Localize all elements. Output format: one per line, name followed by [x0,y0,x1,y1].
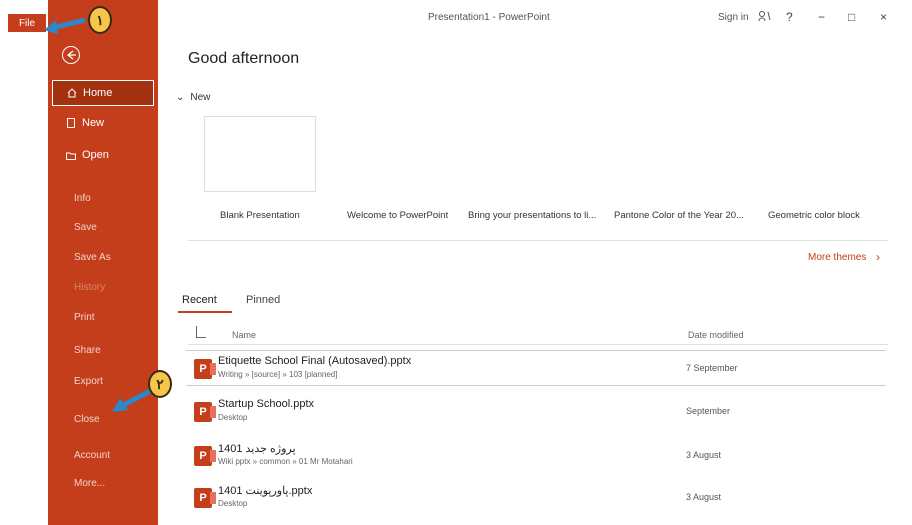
table-row[interactable]: P Startup School.pptx Desktop September [186,394,886,430]
powerpoint-file-icon: P [194,359,216,379]
file-date: 3 August [686,492,722,502]
file-date: 7 September [686,363,738,373]
file-name: Etiquette School Final (Autosaved).pptx [218,355,412,367]
powerpoint-file-icon: P [194,488,216,508]
sidebar-item-share[interactable]: Share [74,345,101,356]
sidebar-item-history[interactable]: History [74,282,105,293]
powerpoint-file-icon: P [194,446,216,466]
callout-badge-2: ۲ [148,370,172,398]
column-header-name[interactable]: Name [232,330,256,340]
folder-icon [66,150,76,160]
file-name: 1401 پاورپوینت.pptx [218,485,313,497]
minimize-button[interactable]: − [818,10,825,24]
divider [188,240,888,241]
sidebar-item-more[interactable]: More... [74,478,105,489]
sidebar-item-save[interactable]: Save [74,222,97,233]
powerpoint-file-icon: P [194,402,216,422]
chevron-down-icon: ⌄ [176,92,185,103]
template-label[interactable]: Blank Presentation [220,210,300,221]
close-button[interactable]: × [880,10,887,24]
sign-in-link[interactable]: Sign in [718,12,749,23]
active-tab-indicator [178,311,232,313]
template-label[interactable]: Pantone Color of the Year 20... [614,210,744,221]
callout-badge-1: ۱ [88,6,112,34]
file-type-icon [196,326,206,338]
help-button[interactable]: ? [786,10,793,24]
column-header-date[interactable]: Date modified [688,330,744,340]
sidebar-item-label: Home [83,87,113,99]
divider [188,344,888,345]
sidebar-item-export[interactable]: Export [74,376,103,387]
template-label[interactable]: Welcome to PowerPoint [347,210,448,221]
template-label[interactable]: Geometric color block [768,210,860,221]
window-title: Presentation1 - PowerPoint [428,12,550,23]
sidebar-item-save-as[interactable]: Save As [74,252,111,263]
table-row[interactable]: P 1401 پاورپوینت.pptx Desktop 3 August [186,480,886,516]
title-bar: Presentation1 - PowerPoint Sign in ? − □… [158,0,912,34]
sidebar-item-print[interactable]: Print [74,312,95,323]
chevron-right-icon[interactable]: › [876,250,880,264]
backstage-sidebar: Home New Open Info Save Save As History … [48,0,158,525]
file-name: 1401 پروژه جدید [218,443,296,455]
sidebar-item-open[interactable]: Open [52,142,154,168]
more-themes-link[interactable]: More themes [808,252,866,263]
new-section-label: ⌄ New [176,92,211,103]
tab-pinned[interactable]: Pinned [246,294,280,306]
home-icon [67,88,77,98]
file-date: September [686,406,731,416]
page-title: Good afternoon [188,50,300,67]
table-row[interactable]: P 1401 پروژه جدید Wiki pptx » common » 0… [186,438,886,474]
file-path: Writing » [source] » 103 [planned] [218,370,338,379]
maximize-button[interactable]: □ [848,10,855,24]
sidebar-item-label: New [82,117,105,129]
sidebar-item-account[interactable]: Account [74,450,110,461]
file-path: Wiki pptx » common » 01 Mr Motahari [218,457,353,466]
sidebar-item-close[interactable]: Close [74,414,100,425]
sidebar-item-info[interactable]: Info [74,193,91,204]
file-date: 3 August [686,450,722,460]
back-arrow-icon[interactable] [62,46,80,64]
callout-arrow-icon [44,17,86,34]
sidebar-item-home[interactable]: Home [52,80,154,106]
file-path: Desktop [218,499,248,508]
new-file-icon [66,118,76,128]
blank-presentation-thumbnail[interactable] [204,116,316,192]
coauthor-icon[interactable] [758,10,772,25]
table-row[interactable]: P Etiquette School Final (Autosaved).ppt… [186,350,886,386]
powerpoint-backstage: File Home New Open Info Save Save As His… [0,0,912,525]
template-label[interactable]: Bring your presentations to li... [468,210,596,221]
sidebar-item-new[interactable]: New [52,110,154,136]
tab-recent[interactable]: Recent [182,294,217,306]
file-name: Startup School.pptx [218,398,315,410]
file-path: Desktop [218,413,248,422]
sidebar-item-label: Open [82,149,109,161]
